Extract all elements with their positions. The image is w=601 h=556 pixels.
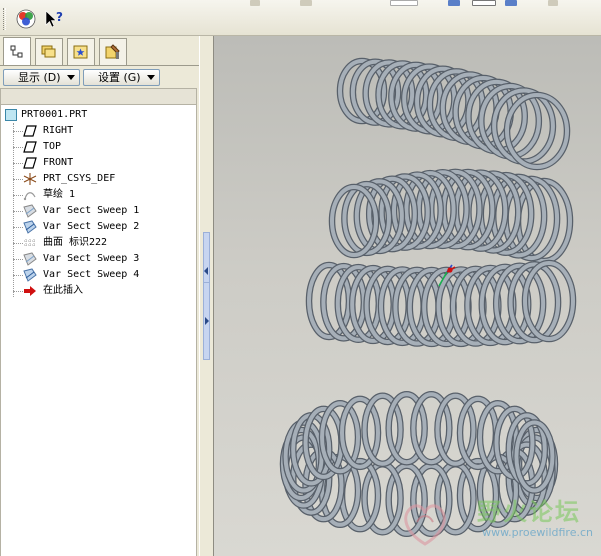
tab-favorites[interactable]	[67, 38, 95, 65]
tree-item-label: PRT_CSYS_DEF	[43, 173, 116, 184]
toolbar-overflow-edge	[300, 0, 312, 6]
tree-branch	[13, 275, 23, 276]
var-sect-sweep-icon	[23, 268, 37, 282]
tree-column-header	[0, 88, 197, 105]
tree-item-label: 曲面 标识222	[43, 237, 108, 248]
tree-item-label: Var Sect Sweep 1	[43, 205, 140, 216]
show-dropdown-label: 显示 (D)	[18, 71, 61, 84]
chevron-down-icon	[147, 75, 155, 80]
var-sect-sweep-icon	[23, 220, 37, 234]
tree-item-label: RIGHT	[43, 125, 74, 136]
var-sect-sweep-icon	[23, 204, 37, 218]
tree-item-label: 在此插入	[43, 285, 83, 296]
toolbar-overflow-edge	[250, 0, 260, 6]
folders-icon	[41, 45, 56, 58]
tree-branch	[13, 291, 23, 292]
datum-plane-icon	[23, 157, 37, 169]
part-icon	[5, 109, 17, 121]
tools-icon	[105, 44, 120, 59]
sketch-icon	[23, 192, 36, 201]
tree-branch	[13, 227, 23, 228]
coordinate-system-icon	[23, 173, 37, 185]
chevron-right-icon	[205, 317, 209, 325]
tree-item-label: 草绘 1	[43, 189, 76, 200]
model-tree: PRT0001.PRT RIGHT TOP FRONT PRT_CSYS_DEF	[0, 105, 197, 556]
settings-dropdown[interactable]: 设置 (G)	[83, 69, 160, 86]
navigator-tabs	[0, 36, 199, 66]
expand-panel-handle[interactable]	[203, 282, 210, 360]
tree-menubar: 显示 (D) 设置 (G)	[0, 66, 199, 88]
whats-this-help-icon[interactable]: ?	[42, 7, 66, 31]
datum-plane-icon	[23, 125, 37, 137]
tree-branch	[13, 179, 23, 180]
toolbar-overflow-edge	[390, 0, 418, 6]
forum-logo-icon	[404, 504, 446, 546]
panel-splitter[interactable]	[199, 36, 213, 556]
tab-folder-browser[interactable]	[35, 38, 63, 65]
tree-branch	[13, 243, 23, 244]
insert-here-arrow-icon	[24, 286, 36, 296]
tab-connections[interactable]	[99, 38, 127, 65]
color-wheel-icon[interactable]	[14, 7, 38, 31]
graphics-window[interactable]: 野火论坛 www.proewildfire.cn	[213, 36, 601, 556]
watermark-title: 野火论坛	[477, 498, 581, 526]
tree-item-label: Var Sect Sweep 2	[43, 221, 140, 232]
toolbar-overflow-edge	[472, 0, 496, 6]
tree-item-label: TOP	[43, 141, 62, 152]
tree-branch	[13, 259, 23, 260]
main-toolbar: ?	[0, 0, 601, 36]
show-dropdown[interactable]: 显示 (D)	[3, 69, 80, 86]
tree-icon	[10, 45, 23, 58]
favorites-icon	[73, 45, 88, 59]
toolbar-overflow-edge	[505, 0, 517, 6]
tree-item-label: FRONT	[43, 157, 74, 168]
tree-branch	[13, 163, 23, 164]
settings-dropdown-label: 设置 (G)	[98, 71, 141, 84]
toolbar-overflow-edge	[548, 0, 558, 6]
tree-branch	[13, 211, 23, 212]
spring-model[interactable]	[214, 36, 601, 556]
surface-icon	[24, 239, 36, 247]
watermark: 野火论坛 www.proewildfire.cn	[391, 492, 601, 556]
watermark-url: www.proewildfire.cn	[482, 526, 593, 539]
datum-plane-icon	[23, 141, 37, 153]
toolbar-overflow-edge	[448, 0, 460, 6]
chevron-down-icon	[67, 75, 75, 80]
var-sect-sweep-icon	[23, 252, 37, 266]
toolbar-grip[interactable]	[3, 8, 6, 30]
tree-branch	[13, 195, 23, 196]
chevron-left-icon	[204, 267, 208, 275]
tree-item-label: Var Sect Sweep 3	[43, 253, 140, 264]
tree-item-label: Var Sect Sweep 4	[43, 269, 140, 280]
svg-text:?: ?	[56, 10, 63, 24]
tab-model-tree[interactable]	[3, 37, 31, 66]
tree-root-label: PRT0001.PRT	[21, 109, 88, 120]
tree-guide-line	[13, 123, 14, 297]
tree-branch	[13, 147, 23, 148]
tree-branch	[13, 131, 23, 132]
